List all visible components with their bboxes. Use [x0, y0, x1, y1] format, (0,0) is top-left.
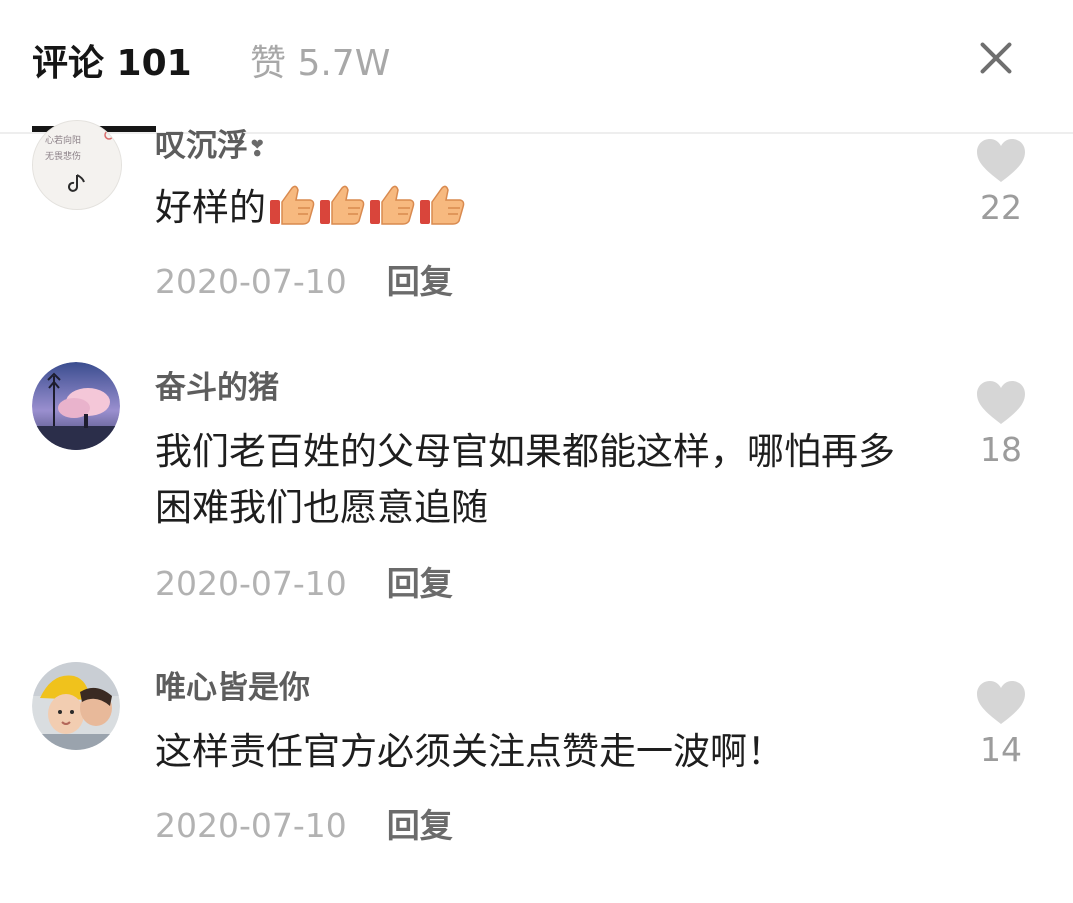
comment-date: 2020-07-10 — [155, 806, 347, 845]
comment-meta: 2020-07-10 回复 — [155, 804, 453, 848]
comment-text-body: 好样的 — [155, 186, 266, 229]
like-count: 14 — [980, 730, 1022, 769]
avatar-handwriting-image: 心若向阳 无畏悲伤 — [33, 121, 121, 209]
comment-username[interactable]: 奋斗的猪 — [155, 368, 279, 408]
heart-icon — [977, 681, 1025, 724]
username-text: 叹沉浮 — [155, 128, 248, 164]
close-icon[interactable] — [974, 36, 1018, 80]
avatar-sky-image — [32, 362, 120, 450]
like-button[interactable]: 18 — [973, 380, 1029, 470]
thumbs-up-icon — [268, 182, 316, 242]
comment-meta: 2020-07-10 回复 — [155, 562, 453, 606]
comment-date: 2020-07-10 — [155, 262, 347, 301]
heart-icon — [977, 381, 1025, 424]
reply-button[interactable]: 回复 — [387, 806, 453, 845]
like-button[interactable]: 14 — [973, 680, 1029, 770]
comment-text: 我们老百姓的父母官如果都能这样，哪怕再多困难我们也愿意追随 — [155, 430, 895, 529]
comment-tab-bar: 评论 101 赞 5.7W — [0, 0, 1073, 134]
heart-icon — [977, 139, 1025, 182]
comment-meta: 2020-07-10 回复 — [155, 260, 453, 304]
avatar[interactable]: 心若向阳 无畏悲伤 — [32, 120, 122, 210]
comment-text: 这样责任官方必须关注点赞走一波啊！ — [155, 730, 784, 773]
avatar[interactable] — [32, 362, 120, 450]
comment-username[interactable]: 叹沉浮❣ — [155, 126, 266, 170]
thumbs-up-icon — [318, 182, 366, 242]
like-count: 18 — [980, 430, 1022, 469]
tab-comments[interactable]: 评论 101 — [32, 40, 192, 88]
reply-button[interactable]: 回复 — [387, 564, 453, 603]
svg-text:无畏悲伤: 无畏悲伤 — [45, 150, 81, 162]
avatar[interactable] — [32, 662, 120, 750]
avatar-photo-image — [32, 662, 120, 750]
comment-username[interactable]: 唯心皆是你 — [155, 668, 310, 708]
like-count: 22 — [980, 188, 1022, 227]
reply-button[interactable]: 回复 — [387, 262, 453, 301]
tab-likes[interactable]: 赞 5.7W — [250, 40, 390, 88]
thumbs-up-icon — [418, 182, 466, 242]
like-button[interactable]: 22 — [973, 138, 1029, 228]
comments-panel: 评论 101 赞 5.7W 心若向阳 无畏悲伤 叹沉浮❣ 好样的 2020-07… — [0, 0, 1073, 903]
comment-date: 2020-07-10 — [155, 564, 347, 603]
username-badge: ❣ — [248, 137, 267, 162]
svg-text:心若向阳: 心若向阳 — [45, 134, 81, 146]
comment-text: 好样的 — [155, 180, 915, 242]
thumbs-up-icon — [368, 182, 416, 242]
